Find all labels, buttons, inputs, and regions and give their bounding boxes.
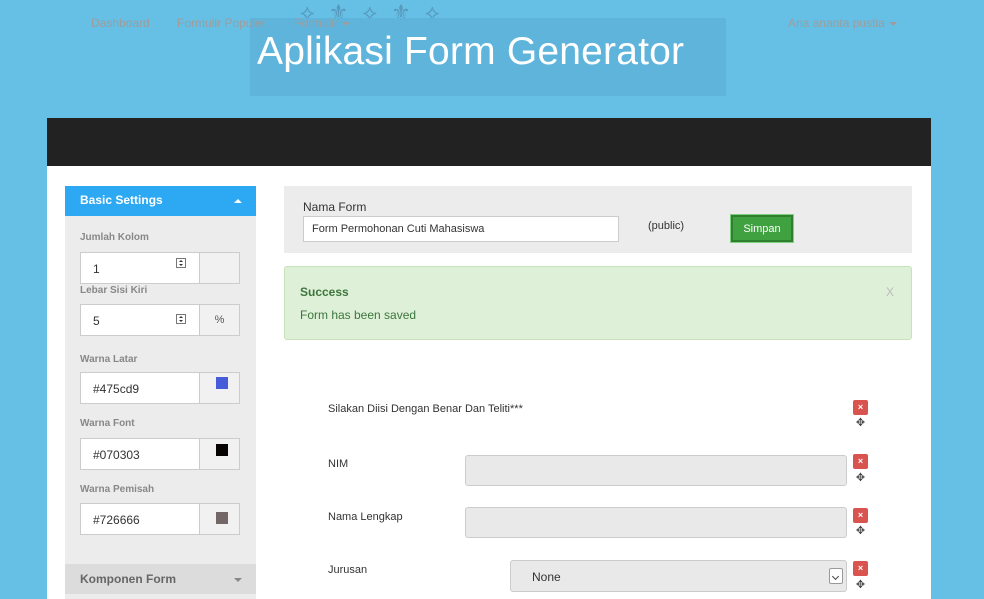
intro-text: Silakan Diisi Dengan Benar Dan Teliti*** (328, 403, 523, 415)
nim-input[interactable] (465, 455, 847, 486)
top-navbar (47, 118, 931, 166)
alert-message: Form has been saved (300, 308, 417, 322)
warna-latar-label: Warna Latar (80, 354, 138, 365)
jumlah-kolom-label: Jumlah Kolom (80, 232, 149, 243)
delete-icon[interactable]: × (853, 508, 868, 523)
spinner-icon[interactable] (176, 314, 186, 324)
close-icon[interactable]: X (886, 285, 894, 299)
caret-down-icon (888, 21, 897, 26)
nav-formulir-label: Formulir (294, 16, 338, 30)
chevron-down-icon (829, 568, 843, 584)
app-title: Aplikasi Form Generator (257, 30, 685, 73)
nav-dashboard[interactable]: Dashboard (91, 16, 150, 30)
nama-lengkap-input[interactable] (465, 507, 847, 538)
save-button[interactable]: Simpan (730, 214, 794, 243)
expand-down-icon (234, 578, 242, 582)
percent-addon: % (199, 304, 240, 336)
warna-latar-input[interactable]: #475cd9 (80, 372, 200, 404)
user-name: Ana ananta pustia (788, 16, 885, 30)
basic-settings-label: Basic Settings (80, 193, 163, 207)
form-name-input[interactable]: Form Permohonan Cuti Mahasiswa (303, 216, 619, 242)
right-gutter (931, 118, 984, 599)
alert-title: Success (300, 285, 349, 299)
nama-lengkap-label: Nama Lengkap (328, 511, 403, 523)
delete-icon[interactable]: × (853, 561, 868, 576)
jurusan-label: Jurusan (328, 564, 368, 576)
visibility-label: (public) (648, 220, 685, 232)
success-alert (284, 266, 912, 340)
warna-pemisah-label: Warna Pemisah (80, 484, 155, 495)
warna-pemisah-swatch (216, 512, 228, 524)
collapse-up-icon (234, 199, 242, 203)
komponen-form-label: Komponen Form (80, 572, 176, 586)
move-icon[interactable]: ✥ (855, 526, 866, 537)
komponen-form-header[interactable]: Komponen Form (65, 564, 256, 594)
delete-icon[interactable]: × (853, 454, 868, 469)
lebar-sisi-kiri-label: Lebar Sisi Kiri (80, 285, 148, 296)
jurusan-select[interactable]: None (510, 560, 847, 592)
user-menu[interactable]: Ana ananta pustia (788, 16, 897, 30)
warna-font-label: Warna Font (80, 418, 135, 429)
spinner-icon[interactable] (176, 258, 186, 268)
move-icon[interactable]: ✥ (855, 580, 866, 591)
jumlah-kolom-input[interactable]: 1 (80, 252, 200, 284)
caret-down-icon (342, 21, 350, 26)
warna-pemisah-input[interactable]: #726666 (80, 503, 200, 535)
basic-settings-header[interactable]: Basic Settings (65, 186, 256, 216)
nim-label: NIM (328, 458, 349, 470)
warna-latar-swatch (216, 377, 228, 389)
delete-icon[interactable]: × (853, 400, 868, 415)
form-name-label: Nama Form (303, 200, 367, 214)
jurusan-selected-value: None (532, 570, 561, 584)
jumlah-kolom-addon (199, 252, 240, 284)
left-gutter (0, 118, 47, 599)
nav-formulir-dropdown[interactable]: Formulir (294, 16, 350, 30)
warna-font-swatch (216, 444, 228, 456)
warna-font-input[interactable]: #070303 (80, 438, 200, 470)
move-icon[interactable]: ✥ (855, 418, 866, 429)
nav-formulir-populer[interactable]: Formulir Populer (177, 16, 266, 30)
move-icon[interactable]: ✥ (855, 473, 866, 484)
